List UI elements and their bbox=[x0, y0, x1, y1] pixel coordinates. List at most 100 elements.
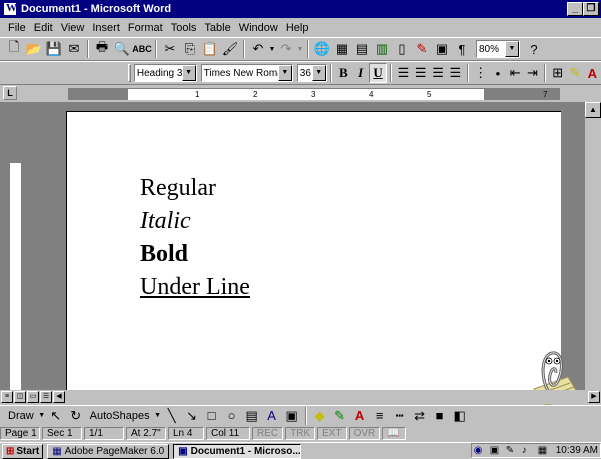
undo-dropdown-icon[interactable]: ▼ bbox=[268, 39, 276, 59]
start-button[interactable]: ⊞ Start bbox=[2, 443, 44, 459]
network-icon[interactable]: ◉ bbox=[474, 445, 488, 457]
menu-insert[interactable]: Insert bbox=[88, 22, 124, 34]
insert-excel-icon[interactable]: ▥ bbox=[372, 39, 392, 59]
menu-format[interactable]: Format bbox=[124, 22, 167, 34]
format-painter-icon[interactable]: 🖌 bbox=[220, 39, 240, 59]
redo-dropdown-icon[interactable]: ▼ bbox=[296, 39, 304, 59]
outline-view-icon[interactable]: ☰ bbox=[40, 391, 52, 403]
title-bar[interactable]: Document1 - Microsoft Word _ ❐ bbox=[0, 0, 601, 18]
style-dropdown-icon[interactable]: ▼ bbox=[181, 65, 196, 81]
menu-view[interactable]: View bbox=[57, 22, 89, 34]
draw-menu-button[interactable]: Draw bbox=[4, 410, 38, 422]
align-center-icon[interactable]: ☰ bbox=[412, 63, 429, 83]
taskbar-word-document[interactable]: ▣ Document1 - Microso... bbox=[173, 443, 302, 459]
draw-dropdown-icon[interactable]: ▼ bbox=[38, 406, 46, 426]
clock[interactable]: 10:39 AM bbox=[556, 445, 598, 456]
status-rec[interactable]: REC bbox=[252, 427, 284, 440]
normal-view-icon[interactable]: ≡ bbox=[1, 391, 13, 403]
horizontal-ruler[interactable]: 1 2 3 4 5 7 bbox=[68, 88, 560, 100]
vertical-ruler[interactable] bbox=[9, 108, 21, 390]
text-box-icon[interactable]: ▤ bbox=[242, 406, 262, 426]
menu-tools[interactable]: Tools bbox=[167, 22, 201, 34]
numbering-icon[interactable]: ⋮ bbox=[472, 63, 489, 83]
hyperlink-icon[interactable]: 🌐 bbox=[312, 39, 332, 59]
line-style-icon[interactable]: ≡ bbox=[370, 406, 390, 426]
monitor-icon[interactable]: ▣ bbox=[490, 445, 504, 457]
status-trk[interactable]: TRK bbox=[285, 427, 316, 440]
bold-button[interactable]: B bbox=[335, 63, 352, 83]
dash-style-icon[interactable]: ┅ bbox=[390, 406, 410, 426]
oval-tool-icon[interactable]: ○ bbox=[222, 406, 242, 426]
underline-button[interactable]: U bbox=[369, 63, 387, 83]
bullets-icon[interactable]: • bbox=[489, 63, 506, 83]
font-color-draw-icon[interactable]: A bbox=[350, 406, 370, 426]
rectangle-tool-icon[interactable]: □ bbox=[202, 406, 222, 426]
columns-icon[interactable]: ▯ bbox=[392, 39, 412, 59]
minimize-button[interactable]: _ bbox=[567, 2, 583, 16]
document-text[interactable]: Regular Italic Bold Under Line bbox=[140, 172, 250, 304]
document-page[interactable]: Regular Italic Bold Under Line bbox=[66, 111, 561, 393]
align-left-icon[interactable]: ☰ bbox=[395, 63, 412, 83]
scroll-left-icon[interactable]: ◀ bbox=[53, 391, 65, 403]
menu-help[interactable]: Help bbox=[282, 22, 313, 34]
new-document-icon[interactable]: 🗋 bbox=[4, 39, 24, 59]
fill-color-icon[interactable]: ◆ bbox=[310, 406, 330, 426]
align-right-icon[interactable]: ☰ bbox=[429, 63, 446, 83]
border-icon[interactable]: ⊞ bbox=[549, 63, 566, 83]
wordart-icon[interactable]: A bbox=[262, 406, 282, 426]
line-color-icon[interactable]: ✎ bbox=[330, 406, 350, 426]
open-folder-icon[interactable]: 📂 bbox=[24, 39, 44, 59]
redo-icon[interactable]: ↷ bbox=[276, 39, 296, 59]
document-map-icon[interactable]: ▣ bbox=[432, 39, 452, 59]
menu-window[interactable]: Window bbox=[235, 22, 282, 34]
paste-icon[interactable]: 📋 bbox=[200, 39, 220, 59]
insert-table-icon[interactable]: ▤ bbox=[352, 39, 372, 59]
font-select[interactable]: Times New Roman ▼ bbox=[200, 64, 293, 82]
zoom-select[interactable]: 80% ▼ bbox=[476, 40, 520, 58]
cut-icon[interactable]: ✂ bbox=[160, 39, 180, 59]
vertical-scrollbar[interactable]: ▲ bbox=[585, 102, 601, 402]
autoshapes-menu-button[interactable]: AutoShapes bbox=[86, 410, 154, 422]
tray-app-icon[interactable]: ▦ bbox=[538, 445, 552, 457]
increase-indent-icon[interactable]: ⇥ bbox=[524, 63, 541, 83]
web-layout-view-icon[interactable]: ◫ bbox=[14, 391, 26, 403]
menu-file[interactable]: File bbox=[4, 22, 30, 34]
print-icon[interactable]: 🖶 bbox=[92, 39, 112, 59]
font-size-select[interactable]: 36 ▼ bbox=[296, 64, 327, 82]
tables-borders-icon[interactable]: ▦ bbox=[332, 39, 352, 59]
taskbar-pagemaker[interactable]: ▦ Adobe PageMaker 6.0 bbox=[47, 443, 170, 459]
status-ext[interactable]: EXT bbox=[317, 427, 347, 440]
font-size-dropdown-icon[interactable]: ▼ bbox=[311, 65, 326, 81]
status-ovr[interactable]: OVR bbox=[348, 427, 381, 440]
free-rotate-icon[interactable]: ↻ bbox=[66, 406, 86, 426]
menu-edit[interactable]: Edit bbox=[30, 22, 57, 34]
tool-icon[interactable]: ✎ bbox=[506, 445, 520, 457]
undo-icon[interactable]: ↶ bbox=[248, 39, 268, 59]
save-icon[interactable]: 💾 bbox=[44, 39, 64, 59]
scroll-right-icon[interactable]: ▶ bbox=[588, 391, 600, 403]
zoom-dropdown-icon[interactable]: ▼ bbox=[505, 41, 519, 57]
style-select[interactable]: Heading 3 ▼ bbox=[133, 64, 197, 82]
clip-art-icon[interactable]: ▣ bbox=[282, 406, 302, 426]
shadow-icon[interactable]: ■ bbox=[430, 406, 450, 426]
select-objects-icon[interactable]: ↖ bbox=[46, 406, 66, 426]
scroll-up-icon[interactable]: ▲ bbox=[585, 102, 601, 118]
email-icon[interactable]: ✉ bbox=[64, 39, 84, 59]
line-tool-icon[interactable]: ╲ bbox=[162, 406, 182, 426]
spelling-status-icon[interactable]: 📖 bbox=[382, 427, 407, 440]
spelling-icon[interactable]: ABC bbox=[132, 39, 152, 59]
font-color-icon[interactable]: A bbox=[584, 63, 601, 83]
arrow-tool-icon[interactable]: ↘ bbox=[182, 406, 202, 426]
word-app-icon[interactable] bbox=[3, 2, 17, 16]
volume-icon[interactable]: ♪ bbox=[522, 445, 536, 457]
help-icon[interactable]: ? bbox=[524, 39, 544, 59]
show-hide-icon[interactable]: ¶ bbox=[452, 39, 472, 59]
restore-button[interactable]: ❐ bbox=[583, 2, 599, 16]
decrease-indent-icon[interactable]: ⇤ bbox=[507, 63, 524, 83]
print-layout-view-icon[interactable]: ▭ bbox=[27, 391, 39, 403]
autoshapes-dropdown-icon[interactable]: ▼ bbox=[154, 406, 162, 426]
menu-table[interactable]: Table bbox=[200, 22, 234, 34]
tab-selector[interactable]: L bbox=[3, 86, 17, 100]
font-dropdown-icon[interactable]: ▼ bbox=[277, 65, 292, 81]
copy-icon[interactable]: ⎘ bbox=[180, 39, 200, 59]
